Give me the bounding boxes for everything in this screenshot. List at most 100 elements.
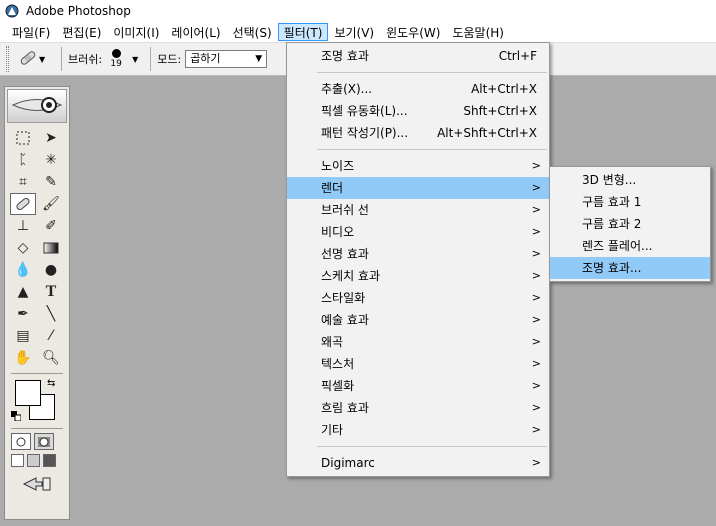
zoom-tool-icon[interactable]: 🔍︎ xyxy=(38,347,64,369)
menu-item-video[interactable]: 비디오 > xyxy=(287,221,549,243)
menu-item-label: 렌즈 플레어... xyxy=(582,239,653,253)
eraser-tool-icon[interactable]: ◇ xyxy=(10,237,36,259)
healing-brush-tool-icon[interactable] xyxy=(10,193,36,215)
quick-mask-mode-icon[interactable] xyxy=(34,433,54,450)
menu-item-label: 스케치 효과 xyxy=(321,269,381,283)
line-tool-icon[interactable]: ╲ xyxy=(38,303,64,325)
stamp-tool-icon[interactable]: ⊥ xyxy=(10,215,36,237)
menu-filter[interactable]: 필터(T) xyxy=(277,23,329,41)
menu-item-3d-transform[interactable]: 3D 변형... xyxy=(550,169,710,191)
menu-layer[interactable]: 레이어(L) xyxy=(165,23,226,41)
menu-item-brush-strokes[interactable]: 브러쉬 선 > xyxy=(287,199,549,221)
lasso-tool-icon[interactable]: ᛈ xyxy=(10,149,36,171)
menu-item-difference-clouds[interactable]: 구름 효과 2 xyxy=(550,213,710,235)
menu-item-extract[interactable]: 추출(X)... Alt+Ctrl+X xyxy=(287,78,549,100)
menu-item-digimarc[interactable]: Digimarc > xyxy=(287,452,549,474)
jump-to-imageready-icon[interactable] xyxy=(5,473,69,495)
history-brush-tool-icon[interactable]: ✐ xyxy=(38,215,64,237)
standard-screen-icon[interactable] xyxy=(11,454,24,467)
menu-item-distort[interactable]: 왜곡 > xyxy=(287,331,549,353)
menu-item-label: 구름 효과 1 xyxy=(582,195,642,209)
menu-window[interactable]: 윈도우(W) xyxy=(380,23,446,41)
menu-item-sketch[interactable]: 스케치 효과 > xyxy=(287,265,549,287)
menu-item-liquify[interactable]: 픽셀 유동화(L)... Shft+Ctrl+X xyxy=(287,100,549,122)
menu-item-noise[interactable]: 노이즈 > xyxy=(287,155,549,177)
menu-item-other[interactable]: 기타 > xyxy=(287,419,549,441)
menu-item-clouds[interactable]: 구름 효과 1 xyxy=(550,191,710,213)
mode-select[interactable]: 곱하기 ▼ xyxy=(185,50,268,68)
dodge-tool-icon[interactable]: ● xyxy=(38,259,64,281)
submenu-arrow-icon: > xyxy=(531,357,541,370)
menu-separator xyxy=(317,149,547,150)
gradient-tool-icon[interactable] xyxy=(38,237,64,259)
menu-item-label: 추출(X)... xyxy=(321,82,373,96)
menu-item-last-filter[interactable]: 조명 효과 Ctrl+F xyxy=(287,45,549,67)
menu-item-label: 기타 xyxy=(321,423,344,437)
submenu-arrow-icon: > xyxy=(531,401,541,414)
foreground-color[interactable] xyxy=(15,380,41,406)
menu-edit[interactable]: 편집(E) xyxy=(56,23,107,41)
default-colors-icon[interactable] xyxy=(11,410,22,422)
submenu-arrow-icon: > xyxy=(531,203,541,216)
full-screen-icon[interactable] xyxy=(43,454,56,467)
menu-item-label: Digimarc xyxy=(321,456,375,470)
menu-view[interactable]: 보기(V) xyxy=(328,23,380,41)
toolbox-divider xyxy=(11,373,63,374)
submenu-arrow-icon: > xyxy=(531,335,541,348)
move-tool-icon[interactable]: ➤ xyxy=(38,127,64,149)
menu-item-shortcut: Shft+Ctrl+X xyxy=(463,104,537,118)
crop-tool-icon[interactable]: ⌗ xyxy=(10,171,36,193)
menu-file[interactable]: 파일(F) xyxy=(6,23,56,41)
brush-tip-icon xyxy=(111,49,121,58)
magic-wand-tool-icon[interactable]: ✳ xyxy=(38,149,64,171)
menu-item-label: 선명 효과 xyxy=(321,247,369,261)
menu-item-texture[interactable]: 텍스처 > xyxy=(287,353,549,375)
menu-item-label: 구름 효과 2 xyxy=(582,217,642,231)
menu-item-label: 노이즈 xyxy=(321,159,355,173)
menu-item-artistic[interactable]: 예술 효과 > xyxy=(287,309,549,331)
hand-tool-icon[interactable]: ✋ xyxy=(10,347,36,369)
toolbox-header[interactable] xyxy=(7,89,67,123)
menu-item-label: 조명 효과... xyxy=(582,261,642,275)
menu-item-render[interactable]: 렌더 > xyxy=(287,177,549,199)
menu-item-lens-flare[interactable]: 렌즈 플레어... xyxy=(550,235,710,257)
menu-item-label: 왜곡 xyxy=(321,335,344,349)
slice-tool-icon[interactable]: ✎ xyxy=(38,171,64,193)
tool-preset-picker[interactable]: ▼ xyxy=(17,47,55,72)
submenu-arrow-icon: > xyxy=(531,159,541,172)
swap-colors-icon[interactable]: ⇆ xyxy=(47,378,55,389)
filter-menu: 조명 효과 Ctrl+F 추출(X)... Alt+Ctrl+X 픽셀 유동화(… xyxy=(286,42,550,477)
toolbox-divider xyxy=(11,428,63,429)
menu-image[interactable]: 이미지(I) xyxy=(107,23,165,41)
options-bar-gripper[interactable] xyxy=(6,46,9,72)
full-screen-menu-icon[interactable] xyxy=(27,454,40,467)
brush-picker[interactable]: 19 xyxy=(106,49,126,69)
menu-item-blur[interactable]: 흐림 효과 > xyxy=(287,397,549,419)
menu-item-sharpen[interactable]: 선명 효과 > xyxy=(287,243,549,265)
blur-tool-icon[interactable]: 💧 xyxy=(10,259,36,281)
type-tool-icon[interactable]: T xyxy=(38,281,64,303)
brush-dropdown-icon[interactable]: ▼ xyxy=(132,55,138,64)
menu-bar: 파일(F) 편집(E) 이미지(I) 레이어(L) 선택(S) 필터(T) 보기… xyxy=(0,22,716,42)
submenu-arrow-icon: > xyxy=(531,225,541,238)
pen-tool-icon[interactable]: ✒ xyxy=(10,303,36,325)
path-select-tool-icon[interactable]: ▲ xyxy=(10,281,36,303)
standard-mode-icon[interactable] xyxy=(11,433,31,450)
bandage-icon xyxy=(17,47,39,72)
eyedropper-tool-icon[interactable]: ⁄ xyxy=(38,325,64,347)
menu-item-label: 렌더 xyxy=(321,181,344,195)
screen-mode-row xyxy=(5,452,69,469)
menu-item-lighting-effects[interactable]: 조명 효과... xyxy=(550,257,710,279)
mode-label: 모드: xyxy=(157,53,182,66)
menu-item-stylize[interactable]: 스타일화 > xyxy=(287,287,549,309)
brush-tool-icon[interactable]: 🖌 xyxy=(38,193,64,215)
notes-tool-icon[interactable]: ▤ xyxy=(10,325,36,347)
menu-item-shortcut: Ctrl+F xyxy=(498,49,537,63)
menu-item-pixelate[interactable]: 픽셀화 > xyxy=(287,375,549,397)
menu-item-pattern-maker[interactable]: 패턴 작성기(P)... Alt+Shft+Ctrl+X xyxy=(287,122,549,144)
submenu-arrow-icon: > xyxy=(531,291,541,304)
menu-select[interactable]: 선택(S) xyxy=(227,23,278,41)
menu-item-shortcut: Alt+Ctrl+X xyxy=(471,82,537,96)
marquee-tool-icon[interactable] xyxy=(10,127,36,149)
menu-help[interactable]: 도움말(H) xyxy=(446,23,510,41)
